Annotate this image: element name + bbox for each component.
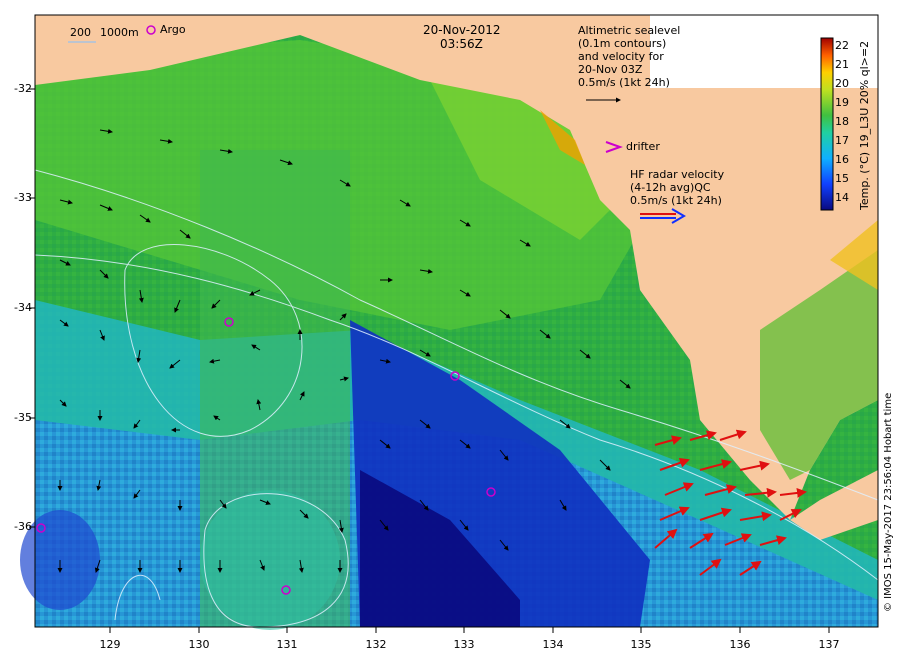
sst-map	[20, 14, 879, 633]
credit-text: © IMOS 15-May-2017 23:56:04 Hobart time	[883, 392, 894, 612]
altimetry-line-1: Altimetric sealevel	[578, 24, 681, 37]
legend-contour-1000: 1000m	[100, 26, 139, 39]
y-tick-label: -34	[14, 301, 32, 314]
hf-line-2: (4-12h avg)QC	[630, 181, 711, 194]
y-tick-label: -36	[14, 520, 32, 533]
map-date: 20-Nov-2012	[423, 23, 501, 37]
altimetry-line-5: 0.5m/s (1kt 24h)	[578, 76, 670, 89]
x-tick-label: 137	[818, 638, 840, 651]
colorbar-tick: 19	[835, 96, 849, 109]
y-tick-label: -35	[14, 411, 32, 424]
altimetry-line-3: and velocity for	[578, 50, 664, 63]
altimetry-line-4: 20-Nov 03Z	[578, 63, 643, 76]
colorbar	[820, 37, 834, 211]
colorbar-tick: 14	[835, 191, 849, 204]
colorbar-tick: 21	[835, 58, 849, 71]
x-tick-label: 132	[365, 638, 387, 651]
legend-argo: Argo	[160, 23, 186, 36]
y-tick-label: -33	[14, 191, 32, 204]
x-tick-label: 133	[453, 638, 475, 651]
hf-radar-legend: HF radar velocity (4-12h avg)QC 0.5m/s (…	[630, 168, 724, 207]
altimetry-legend: Altimetric sealevel (0.1m contours) and …	[578, 24, 680, 89]
x-tick-label: 136	[729, 638, 751, 651]
colorbar-tick: 18	[835, 115, 849, 128]
altimetry-line-2: (0.1m contours)	[578, 37, 667, 50]
x-tick-label: 131	[276, 638, 298, 651]
y-tick-label: -32	[14, 82, 32, 95]
hf-line-1: HF radar velocity	[630, 168, 725, 181]
colorbar-tick: 22	[835, 39, 849, 52]
colorbar-tick: 15	[835, 172, 849, 185]
colorbar-tick: 20	[835, 77, 849, 90]
map-time: 03:56Z	[440, 37, 483, 51]
colorbar-title: Temp. (°C) 19_L3U 20% ql>=2	[858, 40, 871, 210]
x-tick-label: 135	[630, 638, 652, 651]
x-tick-label: 129	[99, 638, 121, 651]
legend-contour-200: 200	[70, 26, 91, 39]
colorbar-tick: 17	[835, 134, 849, 147]
x-tick-label: 134	[542, 638, 564, 651]
colorbar-tick: 16	[835, 153, 849, 166]
legend-drifter: drifter	[626, 140, 660, 153]
x-tick-label: 130	[188, 638, 210, 651]
hf-line-3: 0.5m/s (1kt 24h)	[630, 194, 722, 207]
